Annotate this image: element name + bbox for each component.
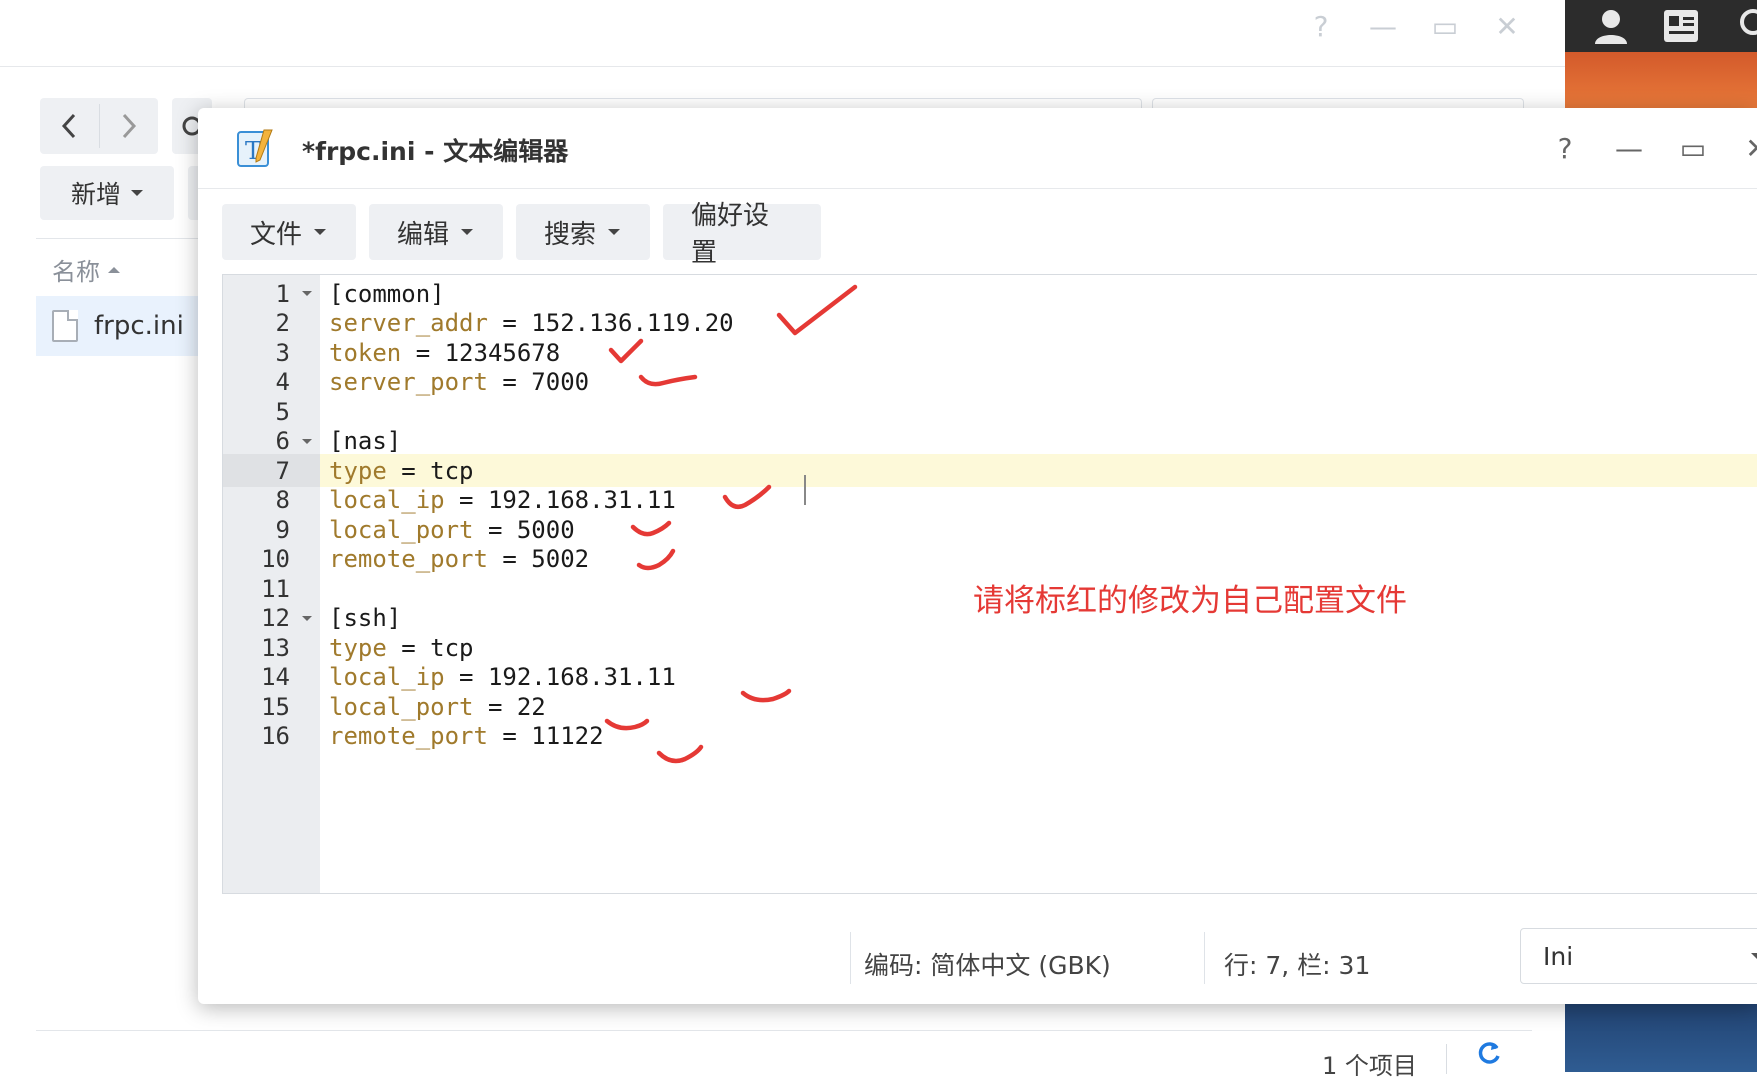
check-mark-token [608, 338, 644, 364]
chevron-left-icon [62, 113, 76, 139]
editor-title: *frpc.ini - 文本编辑器 [302, 137, 569, 166]
help-icon[interactable]: ? [1547, 130, 1583, 166]
status-separator [850, 932, 851, 984]
check-mark-nas-remote-port [636, 548, 676, 571]
language-select-value: Ini [1543, 941, 1574, 971]
back-button[interactable] [40, 98, 99, 154]
language-select[interactable]: Ini [1520, 928, 1757, 984]
close-icon[interactable]: ✕ [1489, 8, 1525, 44]
file-icon [52, 310, 78, 342]
search-icon[interactable] [1731, 4, 1757, 48]
menu-edit-label: 编辑 [397, 219, 450, 250]
forward-button[interactable] [100, 98, 159, 154]
footer-divider [36, 1030, 1532, 1031]
minimize-icon[interactable]: — [1611, 130, 1647, 166]
status-separator [1204, 932, 1205, 984]
column-header-name[interactable]: 名称 [52, 252, 120, 287]
check-mark-server-addr [776, 284, 858, 336]
editor-status-bar: 编码: 简体中文 (GBK) 行: 7, 栏: 31 Ini [198, 908, 1757, 1004]
minimize-icon[interactable]: — [1365, 8, 1401, 44]
editor-titlebar[interactable]: T *frpc.ini - 文本编辑器 ? — ▭ ✕ [198, 108, 1757, 189]
item-count: 1 个项目 [1322, 1052, 1417, 1080]
editor-window-controls: ? — ▭ ✕ [1547, 130, 1757, 166]
text-editor-app-icon: T [237, 129, 273, 167]
editor-menu-bar: 文件 编辑 搜索 偏好设置 [222, 201, 821, 268]
caret-down-icon [461, 229, 474, 235]
menu-search-label: 搜索 [544, 219, 597, 250]
menu-file[interactable]: 文件 [222, 204, 356, 260]
file-station-titlebar: ? — ▭ ✕ [0, 0, 1565, 67]
maximize-icon[interactable]: ▭ [1675, 130, 1711, 166]
text-editor-window: T *frpc.ini - 文本编辑器 ? — ▭ ✕ 文件 编辑 搜索 偏好设… [198, 108, 1757, 1004]
red-annotation-note: 请将标红的修改为自己配置文件 [973, 583, 1407, 619]
code-editor[interactable]: 1 [common] 2 server_addr = 152.136.119.20 3 t… [222, 274, 1757, 894]
help-icon[interactable]: ? [1303, 8, 1339, 44]
chevron-right-icon [122, 113, 136, 139]
status-cursor-position: 行: 7, 栏: 31 [1224, 951, 1371, 980]
file-station-window-controls: ? — ▭ ✕ [1303, 8, 1525, 44]
caret-down-icon [314, 229, 327, 235]
menu-edit[interactable]: 编辑 [369, 204, 503, 260]
new-button[interactable]: 新增 [40, 166, 174, 220]
refresh-icon[interactable] [1476, 1040, 1502, 1073]
tick-mark-nas-local-port [630, 520, 672, 537]
check-mark-nas-local-ip [722, 484, 772, 509]
close-icon[interactable]: ✕ [1739, 130, 1757, 166]
status-encoding[interactable]: 编码: 简体中文 (GBK) [864, 946, 1111, 982]
tick-mark-server-port [638, 374, 698, 387]
file-row[interactable]: frpc.ini [36, 296, 212, 356]
caret-down-icon [1751, 953, 1757, 960]
tick-mark-ssh-local-ip [740, 688, 792, 703]
menu-preferences-label: 偏好设置 [691, 201, 770, 268]
tick-mark-ssh-local-port [604, 718, 650, 731]
menu-file-label: 文件 [250, 219, 303, 250]
history-nav [40, 98, 158, 154]
sort-asc-icon [108, 266, 120, 273]
maximize-icon[interactable]: ▭ [1427, 8, 1463, 44]
new-button-label: 新增 [70, 180, 121, 209]
column-header-label: 名称 [52, 258, 100, 286]
user-icon[interactable] [1591, 4, 1631, 48]
caret-down-icon [608, 229, 621, 235]
tick-mark-ssh-remote-port [656, 744, 704, 764]
caret-down-icon [131, 190, 143, 196]
menu-search[interactable]: 搜索 [516, 204, 650, 260]
file-name: frpc.ini [94, 311, 184, 341]
toolbar-divider [36, 238, 212, 239]
menu-preferences[interactable]: 偏好设置 [663, 201, 821, 268]
widget-icon[interactable] [1661, 4, 1701, 48]
desktop-taskbar-icons [1565, 0, 1757, 52]
footer-separator [1446, 1044, 1447, 1074]
